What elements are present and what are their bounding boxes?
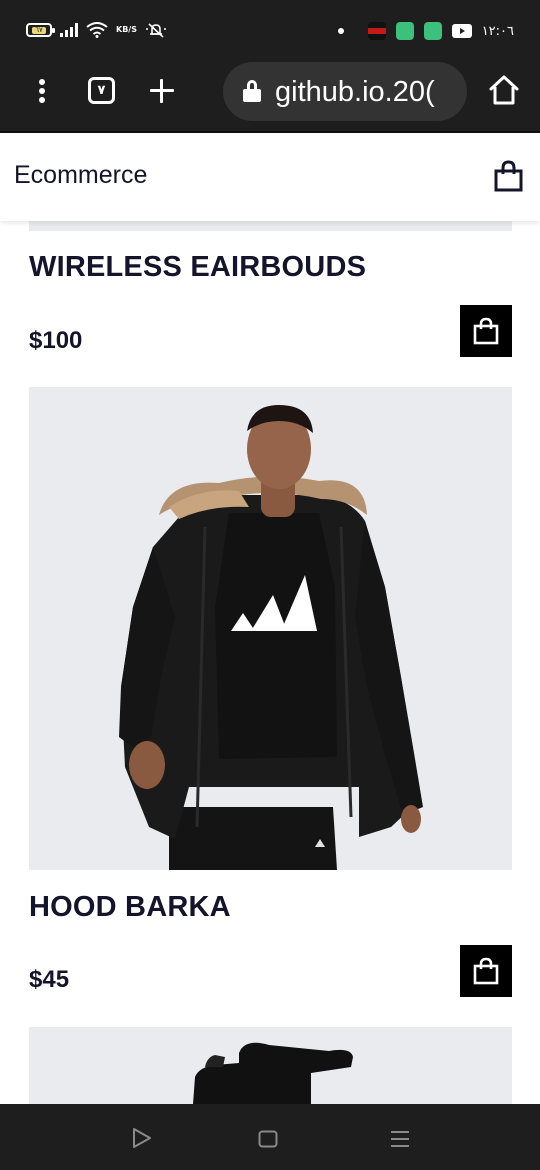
- address-bar[interactable]: )20.github.io: [223, 62, 467, 121]
- water-bottle-illustration: [193, 1042, 353, 1104]
- battery-icon: ٦٧: [26, 23, 55, 37]
- site-brand[interactable]: Ecommerce: [14, 161, 147, 190]
- shopping-bag-icon[interactable]: [494, 160, 523, 192]
- browser-toolbar: ٧ )20.github.io: [0, 62, 540, 133]
- product-title[interactable]: HOOD BARKA: [29, 891, 231, 924]
- home-icon[interactable]: [487, 74, 521, 106]
- shopping-bag-icon: [473, 317, 499, 345]
- status-bar: ٦٧ KB/S ١٢:٠٦: [0, 0, 540, 62]
- url-text: )20.github.io: [275, 76, 435, 108]
- wifi-icon: [86, 22, 108, 38]
- add-to-cart-button[interactable]: [460, 305, 512, 357]
- youtube-icon: [451, 24, 472, 38]
- hooded-parka-illustration: [119, 405, 423, 870]
- add-to-cart-button[interactable]: [460, 945, 512, 997]
- upload-app-icon: [423, 22, 442, 40]
- product-image-previous[interactable]: [29, 221, 512, 231]
- system-navigation-bar: [0, 1104, 540, 1170]
- data-rate-label: KB/S: [116, 25, 137, 34]
- site-header: Ecommerce: [0, 134, 540, 221]
- new-tab-icon[interactable]: [147, 76, 177, 106]
- product-image[interactable]: [29, 1027, 512, 1104]
- back-triangle-icon[interactable]: [130, 1126, 154, 1150]
- notification-dot-icon: [337, 28, 344, 34]
- phone-app-icon: [395, 22, 414, 40]
- product-image[interactable]: [29, 387, 512, 870]
- product-price: $100: [29, 327, 83, 354]
- flag-app-icon: [367, 22, 386, 40]
- tab-switcher-button[interactable]: ٧: [88, 77, 115, 104]
- clock: ١٢:٠٦: [481, 23, 514, 39]
- product-title[interactable]: WIRELESS EAIRBOUDS: [29, 251, 366, 284]
- muted-bell-icon: [145, 23, 166, 38]
- recents-menu-icon[interactable]: [389, 1129, 411, 1149]
- product-price: $45: [29, 966, 70, 993]
- signal-icon: [60, 23, 78, 37]
- browser-menu-icon[interactable]: [34, 76, 50, 106]
- shopping-bag-icon: [473, 957, 499, 985]
- product-list: WIRELESS EAIRBOUDS $100 HOOD BARKA $45: [0, 221, 540, 1104]
- home-square-icon[interactable]: [258, 1130, 280, 1148]
- lock-icon: [243, 80, 261, 102]
